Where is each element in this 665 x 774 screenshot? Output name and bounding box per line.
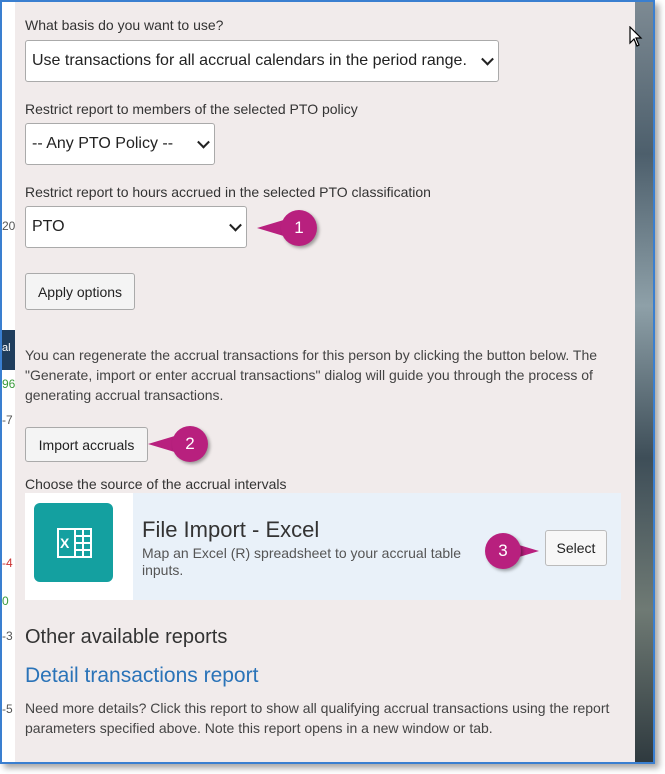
detail-transactions-link[interactable]: Detail transactions report xyxy=(25,664,258,688)
detail-report-description: Need more details? Click this report to … xyxy=(25,700,610,736)
background-photo-right xyxy=(633,2,653,762)
background-fragment: -5 xyxy=(2,702,13,716)
chevron-down-icon xyxy=(229,218,242,232)
background-fragment: 20 xyxy=(2,219,16,233)
other-reports-heading: Other available reports xyxy=(25,626,228,648)
policy-select[interactable]: -- Any PTO Policy -- xyxy=(25,123,215,165)
classification-label: Restrict report to hours accrued in the … xyxy=(25,184,431,200)
background-fragment: al xyxy=(2,330,15,370)
basis-label: What basis do you want to use? xyxy=(25,17,224,33)
basis-select[interactable]: Use transactions for all accrual calenda… xyxy=(25,40,499,82)
background-page-left: 20 al 96 -7 -4 0 -3 -5 xyxy=(2,2,15,762)
background-fragment: -4 xyxy=(2,556,13,570)
callout-2: 2 xyxy=(148,426,208,462)
callout-number: 1 xyxy=(281,210,317,246)
callout-1: 1 xyxy=(257,210,317,246)
source-label: Choose the source of the accrual interva… xyxy=(25,476,287,492)
basis-select-value: Use transactions for all accrual calenda… xyxy=(32,52,467,69)
policy-label: Restrict report to members of the select… xyxy=(25,101,358,117)
callout-number: 3 xyxy=(485,533,521,569)
mouse-cursor-icon xyxy=(629,26,643,47)
background-fragment: 0 xyxy=(2,594,9,608)
card-title: File Import - Excel xyxy=(142,517,320,542)
background-fragment: -7 xyxy=(2,413,13,427)
report-options-panel: What basis do you want to use? Use trans… xyxy=(15,2,635,762)
dialog-window: 20 al 96 -7 -4 0 -3 -5 What basis do you… xyxy=(0,0,655,764)
chevron-down-icon xyxy=(197,135,210,149)
card-description: Map an Excel (R) spreadsheet to your acc… xyxy=(142,545,462,578)
classification-select[interactable]: PTO xyxy=(25,206,247,248)
svg-text:X: X xyxy=(60,535,70,551)
chevron-down-icon xyxy=(481,52,494,66)
classification-select-value: PTO xyxy=(32,218,65,235)
background-fragment: 96 xyxy=(2,377,16,391)
select-button[interactable]: Select xyxy=(545,530,607,566)
excel-icon: X xyxy=(34,503,113,582)
callout-number: 2 xyxy=(172,426,208,462)
policy-select-value: -- Any PTO Policy -- xyxy=(32,135,174,152)
callout-3: 3 xyxy=(485,533,545,569)
apply-options-button[interactable]: Apply options xyxy=(25,273,135,310)
regenerate-text: You can regenerate the accrual transacti… xyxy=(25,347,598,403)
background-fragment: -3 xyxy=(2,629,13,643)
import-accruals-button[interactable]: Import accruals xyxy=(25,427,148,462)
